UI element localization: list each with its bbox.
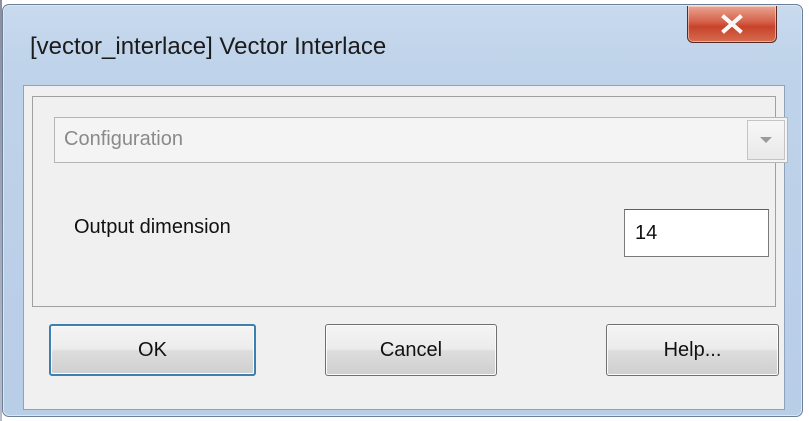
configuration-dropdown[interactable]: Configuration — [54, 117, 788, 163]
window-title: [vector_interlace] Vector Interlace — [30, 33, 387, 60]
parameter-group: Configuration Output dimension — [32, 96, 788, 307]
dialog-window: [vector_interlace] Vector Interlace Conf… — [2, 4, 803, 417]
cancel-button[interactable]: Cancel — [325, 324, 497, 376]
configuration-dropdown-button[interactable] — [747, 120, 785, 160]
close-button[interactable] — [687, 6, 777, 43]
ok-button[interactable]: OK — [49, 324, 256, 376]
help-button[interactable]: Help... — [606, 324, 779, 376]
output-dimension-label: Output dimension — [74, 216, 231, 238]
chevron-down-icon — [760, 137, 772, 143]
close-icon — [721, 14, 743, 34]
dialog-body: Configuration Output dimension OK Cancel… — [23, 85, 788, 410]
title-bar[interactable]: [vector_interlace] Vector Interlace — [3, 5, 802, 85]
configuration-dropdown-value: Configuration — [64, 128, 183, 150]
output-dimension-input[interactable] — [624, 209, 769, 257]
